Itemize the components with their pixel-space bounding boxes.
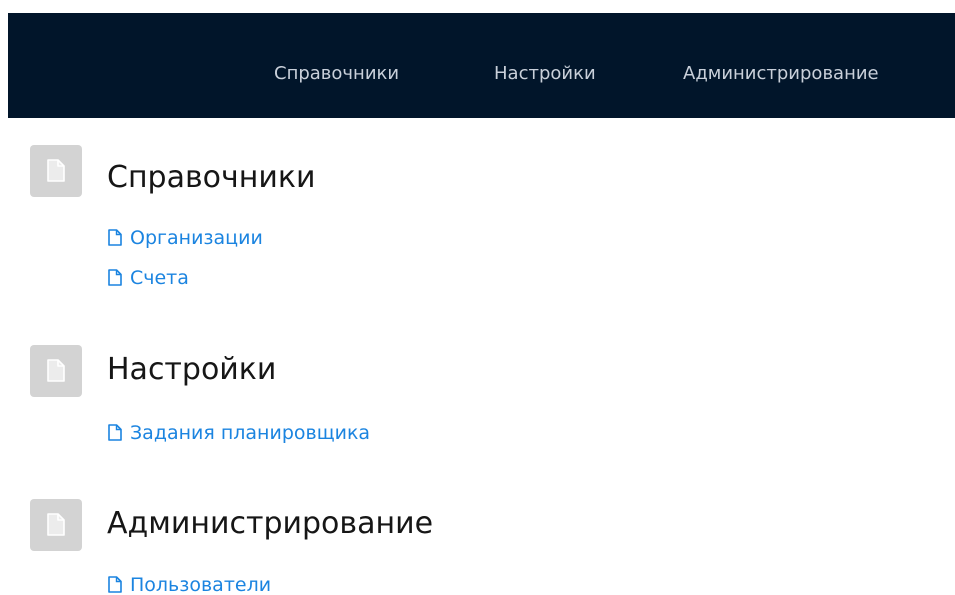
nav-item-nastroyki[interactable]: Настройки <box>494 62 596 86</box>
link-scheta[interactable]: Счета <box>108 266 189 292</box>
document-outline-icon <box>108 228 122 252</box>
link-label: Задания планировщика <box>130 422 371 444</box>
main-content: Справочники Организации Счета Настройки … <box>0 118 955 595</box>
link-polzovateli[interactable]: Пользователи <box>108 573 271 595</box>
document-icon <box>30 145 82 197</box>
section-title-administrirovanie: Администрирование <box>107 506 434 541</box>
section-title-spravochniki: Справочники <box>107 160 316 195</box>
link-label: Пользователи <box>130 574 272 595</box>
document-outline-icon <box>108 268 122 292</box>
nav-item-administrirovanie[interactable]: Администрирование <box>683 62 879 86</box>
top-margin <box>0 0 955 13</box>
nav-item-spravochniki[interactable]: Справочники <box>274 62 399 86</box>
section-title-nastroyki: Настройки <box>107 352 277 387</box>
document-outline-icon <box>108 423 122 447</box>
document-icon <box>30 499 82 551</box>
document-icon <box>30 345 82 397</box>
link-organizatsii[interactable]: Организации <box>108 226 263 252</box>
link-label: Организации <box>130 227 263 249</box>
top-navbar: Справочники Настройки Администрирование <box>8 13 955 118</box>
link-label: Счета <box>130 267 189 289</box>
link-zadaniya-planirovshchika[interactable]: Задания планировщика <box>108 421 370 447</box>
document-outline-icon <box>108 575 122 595</box>
